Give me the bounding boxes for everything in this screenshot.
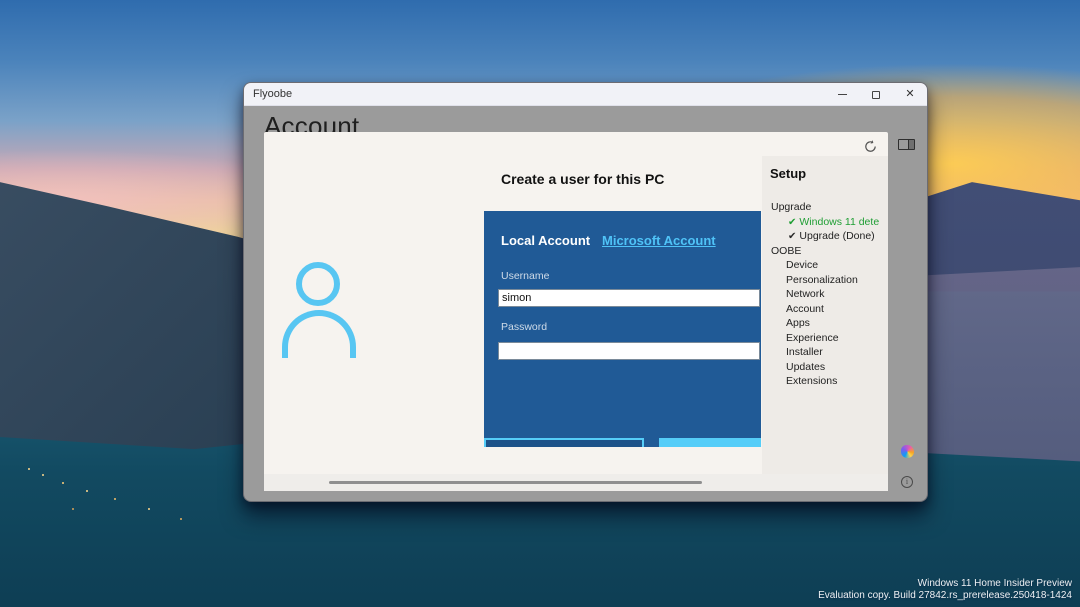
tree-item-installer[interactable]: Installer bbox=[762, 345, 888, 360]
sidebar-title: Setup bbox=[770, 166, 806, 181]
username-label: Username bbox=[501, 270, 549, 282]
minimize-button[interactable] bbox=[825, 83, 859, 106]
horizontal-scrollbar[interactable] bbox=[264, 474, 888, 491]
setup-sidebar: Setup Upgrade ✔Windows 11 dete ✔Upgrade … bbox=[762, 156, 888, 476]
tree-item-account[interactable]: Account bbox=[762, 302, 888, 317]
tree-item-personalization[interactable]: Personalization bbox=[762, 273, 888, 288]
tree-item-windows11-detected[interactable]: ✔Windows 11 dete bbox=[762, 215, 888, 230]
info-icon[interactable]: i bbox=[901, 476, 913, 488]
maximize-button[interactable] bbox=[859, 83, 893, 106]
window-title: Flyoobe bbox=[244, 88, 292, 100]
watermark-line1: Windows 11 Home Insider Preview bbox=[818, 578, 1072, 590]
password-label: Password bbox=[501, 321, 547, 333]
tab-microsoft-account[interactable]: Microsoft Account bbox=[602, 233, 716, 248]
account-form: Local Account Microsoft Account Username… bbox=[484, 211, 761, 447]
setup-tree: Upgrade ✔Windows 11 dete ✔Upgrade (Done)… bbox=[762, 200, 888, 389]
check-icon: ✔ bbox=[788, 217, 796, 228]
close-button[interactable]: ✕ bbox=[893, 83, 927, 106]
tree-item-apps[interactable]: Apps bbox=[762, 316, 888, 331]
tree-group-oobe[interactable]: OOBE bbox=[762, 244, 888, 259]
form-action-button-right[interactable] bbox=[659, 438, 761, 447]
username-input[interactable] bbox=[498, 289, 760, 307]
tree-item-device[interactable]: Device bbox=[762, 258, 888, 273]
watermark-line2: Evaluation copy. Build 27842.rs_prerelea… bbox=[818, 590, 1072, 602]
copilot-icon[interactable] bbox=[901, 445, 914, 458]
tree-group-upgrade[interactable]: Upgrade bbox=[762, 200, 888, 215]
titlebar[interactable]: Flyoobe ✕ bbox=[244, 83, 927, 106]
maximize-icon bbox=[872, 91, 880, 99]
create-user-heading: Create a user for this PC bbox=[501, 171, 664, 187]
window-controls: ✕ bbox=[825, 83, 927, 106]
display-toggle-icon[interactable] bbox=[898, 139, 915, 150]
minimize-icon bbox=[838, 94, 847, 95]
windows-build-watermark: Windows 11 Home Insider Preview Evaluati… bbox=[818, 578, 1072, 602]
horizontal-scrollbar-thumb[interactable] bbox=[329, 481, 702, 484]
town-lights bbox=[28, 468, 30, 470]
desktop: Windows 11 Home Insider Preview Evaluati… bbox=[0, 0, 1080, 607]
password-input[interactable] bbox=[498, 342, 760, 360]
close-icon: ✕ bbox=[905, 89, 914, 100]
refresh-icon[interactable] bbox=[863, 139, 878, 154]
tree-item-network[interactable]: Network bbox=[762, 287, 888, 302]
check-icon: ✔ bbox=[788, 231, 796, 242]
user-avatar-icon bbox=[282, 262, 356, 358]
content-panel: Create a user for this PC Local Account … bbox=[264, 132, 888, 491]
tree-item-updates[interactable]: Updates bbox=[762, 360, 888, 375]
flyoobe-window: Flyoobe ✕ Account i Create a user for th… bbox=[243, 82, 928, 502]
tab-local-account[interactable]: Local Account bbox=[501, 233, 590, 248]
form-action-button-left[interactable] bbox=[484, 438, 644, 447]
tree-item-experience[interactable]: Experience bbox=[762, 331, 888, 346]
tree-item-extensions[interactable]: Extensions bbox=[762, 374, 888, 389]
tree-item-upgrade-done[interactable]: ✔Upgrade (Done) bbox=[762, 229, 888, 244]
